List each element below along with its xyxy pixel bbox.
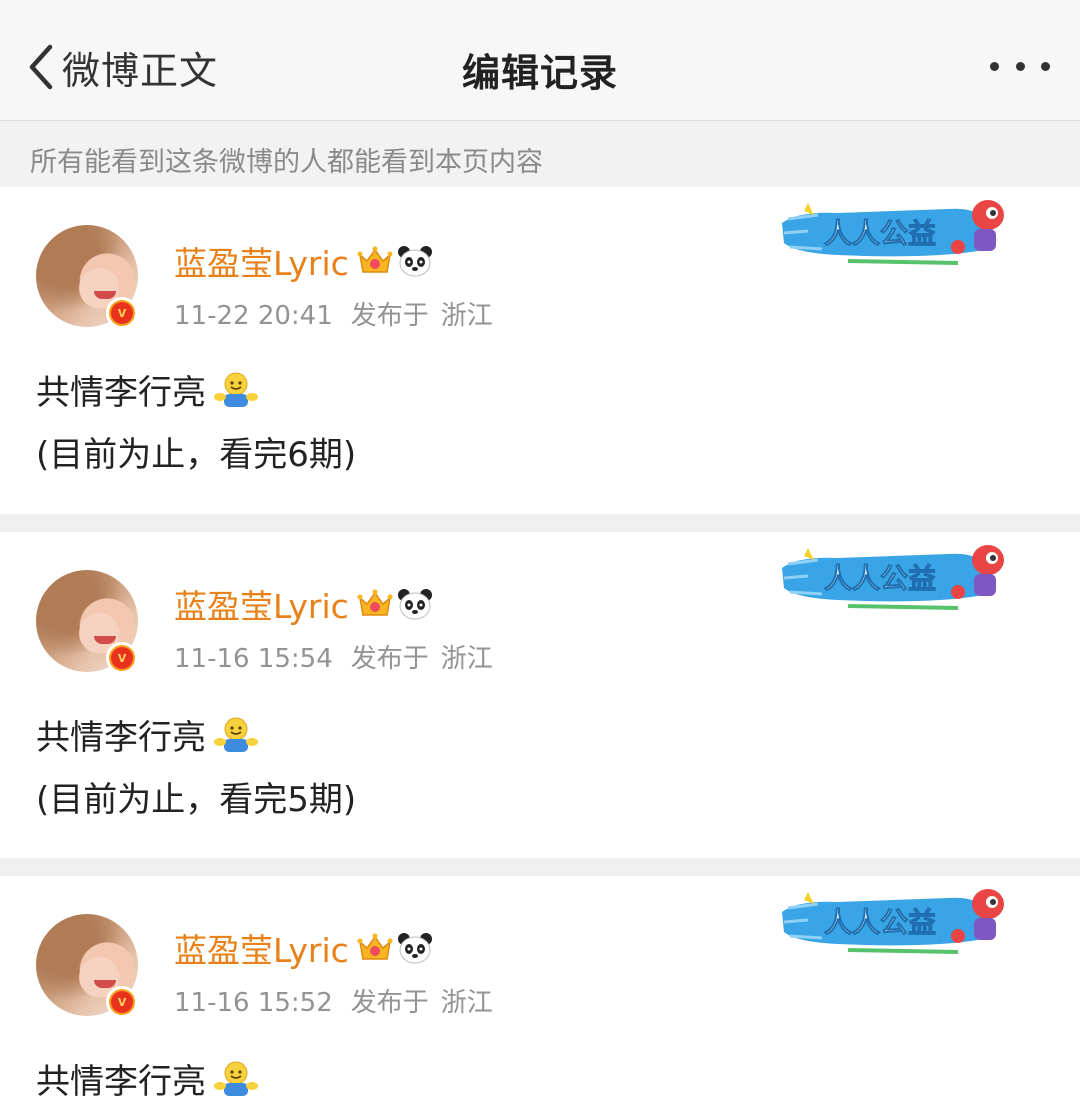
more-button[interactable] (990, 56, 1050, 76)
post-meta: 11-16 15:54 发布于 浙江 (174, 638, 493, 675)
avatar[interactable]: v (36, 570, 138, 674)
location-label: 发布于 (350, 301, 429, 331)
username-row: 蓝盈莹Lyric (174, 582, 433, 626)
verified-v-badge-icon: v (106, 297, 138, 329)
notice-text: 所有能看到这条微博的人都能看到本页内容 (30, 147, 543, 178)
post-meta: 11-16 15:52 发布于 浙江 (174, 982, 493, 1019)
post-time: 11-16 15:52 (174, 988, 333, 1018)
svg-text:人人公益: 人人公益 (824, 906, 936, 939)
location: 浙江 (440, 644, 493, 674)
hug-emoji-icon (214, 717, 258, 752)
visibility-notice: 所有能看到这条微博的人都能看到本页内容 (0, 121, 1080, 187)
edit-record-card: v 蓝盈莹Lyric 11-16 15:54 发布于 浙江 人人公益 共情李行亮… (0, 532, 1080, 858)
post-text-line: (目前为止，看完5期) (36, 780, 357, 820)
more-dots-icon (990, 61, 999, 71)
avatar[interactable]: v (36, 914, 138, 1018)
crown-icon (357, 246, 393, 273)
page-title: 编辑记录 (461, 51, 618, 95)
location-label: 发布于 (350, 644, 429, 674)
username[interactable]: 蓝盈莹Lyric (174, 580, 349, 628)
location: 浙江 (440, 301, 493, 331)
charity-badge[interactable]: 人人公益 (778, 882, 1010, 964)
card-divider (0, 514, 1080, 532)
post-text-line: 共情李行亮 (36, 1054, 258, 1103)
location: 浙江 (440, 988, 493, 1018)
panda-icon (397, 246, 432, 277)
hug-emoji-icon (214, 1061, 258, 1096)
crown-icon (357, 933, 393, 960)
avatar[interactable]: v (36, 225, 138, 329)
edit-record-card: v 蓝盈莹Lyric 11-22 20:41 发布于 浙江 人人公益 共情李行亮… (0, 187, 1080, 514)
nav-bar: 微博正文 编辑记录 (0, 0, 1080, 121)
post-meta: 11-22 20:41 发布于 浙江 (174, 295, 493, 332)
hug-emoji-icon (214, 372, 258, 407)
post-text-line: 共情李行亮 (36, 710, 258, 759)
verified-v-badge-icon: v (106, 642, 138, 674)
crown-icon (357, 589, 393, 616)
svg-text:人人公益: 人人公益 (824, 562, 936, 595)
svg-text:人人公益: 人人公益 (824, 217, 936, 250)
username[interactable]: 蓝盈莹Lyric (174, 924, 349, 972)
post-time: 11-16 15:54 (174, 644, 333, 674)
username[interactable]: 蓝盈莹Lyric (174, 237, 349, 285)
panda-icon (397, 589, 432, 620)
charity-badge[interactable]: 人人公益 (778, 538, 1010, 620)
charity-badge[interactable]: 人人公益 (778, 193, 1010, 275)
post-time: 11-22 20:41 (174, 301, 333, 331)
post-text-line: 共情李行亮 (36, 365, 258, 414)
username-row: 蓝盈莹Lyric (174, 239, 433, 283)
verified-v-badge-icon: v (106, 986, 138, 1018)
post-text-line: (目前为止，看完6期) (36, 435, 357, 475)
card-divider (0, 858, 1080, 876)
username-row: 蓝盈莹Lyric (174, 926, 433, 970)
location-label: 发布于 (350, 988, 429, 1018)
edit-record-card: v 蓝盈莹Lyric 11-16 15:52 发布于 浙江 人人公益 共情李行亮 (0, 876, 1080, 1114)
panda-icon (397, 933, 432, 964)
